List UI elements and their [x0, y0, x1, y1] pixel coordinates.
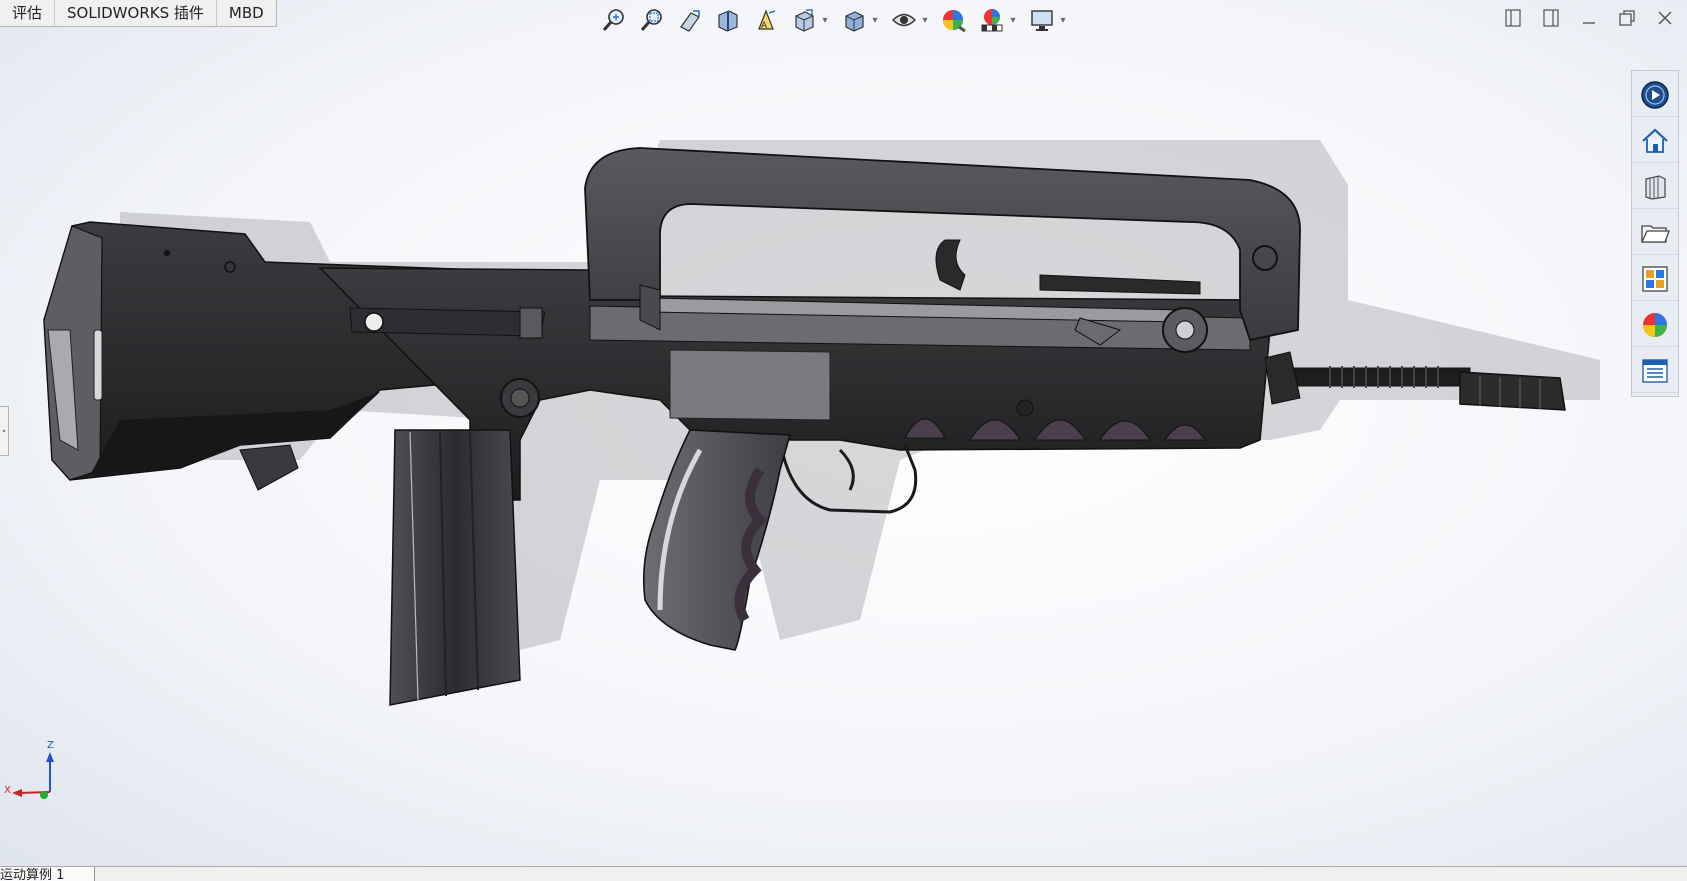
zoom-to-fit-icon[interactable] — [598, 4, 630, 36]
close-icon[interactable] — [1653, 6, 1677, 30]
tile-left-icon[interactable] — [1501, 6, 1525, 30]
feature-manager-collapse-handle[interactable]: • — [0, 406, 9, 456]
hide-show-dropdown-icon[interactable]: ▾ — [920, 4, 930, 36]
triad-x-label: X — [4, 785, 11, 796]
tab-mbd[interactable]: MBD — [215, 0, 276, 26]
section-view-icon[interactable] — [712, 4, 744, 36]
edit-appearance-icon[interactable] — [938, 4, 970, 36]
tile-right-icon[interactable] — [1539, 6, 1563, 30]
hide-show-items-icon[interactable] — [888, 4, 920, 36]
design-library-icon[interactable] — [1632, 166, 1678, 209]
dynamic-annotation-views-icon[interactable]: A — [750, 4, 782, 36]
view-orientation-dropdown-icon[interactable]: ▾ — [820, 4, 830, 36]
magazine — [389, 429, 521, 706]
solidworks-resources-icon[interactable] — [1632, 74, 1678, 117]
bottom-tab-bar: 运动算例 1 — [0, 866, 1687, 881]
window-controls — [1501, 6, 1677, 30]
view-palette-icon[interactable] — [1632, 258, 1678, 301]
tab-evaluate[interactable]: 评估 — [0, 0, 54, 26]
triad-z-label: Z — [47, 740, 54, 751]
previous-view-icon[interactable] — [674, 4, 706, 36]
tab-motion-study-1[interactable]: 运动算例 1 — [0, 867, 95, 881]
svg-text:A: A — [761, 21, 768, 31]
appearances-scenes-icon[interactable] — [1632, 304, 1678, 347]
rifle-model[interactable] — [0, 0, 1687, 866]
display-style-icon[interactable] — [838, 4, 870, 36]
tab-solidworks-addins[interactable]: SOLIDWORKS 插件 — [54, 0, 216, 26]
view-settings-icon[interactable] — [1026, 4, 1058, 36]
display-style-dropdown-icon[interactable]: ▾ — [870, 4, 880, 36]
command-manager-tabs: 评估 SOLIDWORKS 插件 MBD — [0, 0, 277, 27]
reference-triad: Z X — [2, 740, 62, 810]
view-orientation-icon[interactable] — [788, 4, 820, 36]
handle-dot-icon: • — [1, 426, 7, 436]
minimize-icon[interactable] — [1577, 6, 1601, 30]
view-settings-dropdown-icon[interactable]: ▾ — [1058, 4, 1068, 36]
restore-icon[interactable] — [1615, 6, 1639, 30]
task-pane — [1631, 70, 1679, 397]
file-explorer-icon[interactable] — [1632, 212, 1678, 255]
apply-scene-dropdown-icon[interactable]: ▾ — [1008, 4, 1018, 36]
home-icon[interactable] — [1632, 120, 1678, 163]
custom-properties-icon[interactable] — [1632, 350, 1678, 393]
heads-up-view-toolbar: A ▾ ▾ ▾ ▾ ▾ — [598, 4, 1070, 36]
zoom-to-area-icon[interactable] — [636, 4, 668, 36]
apply-scene-icon[interactable] — [976, 4, 1008, 36]
